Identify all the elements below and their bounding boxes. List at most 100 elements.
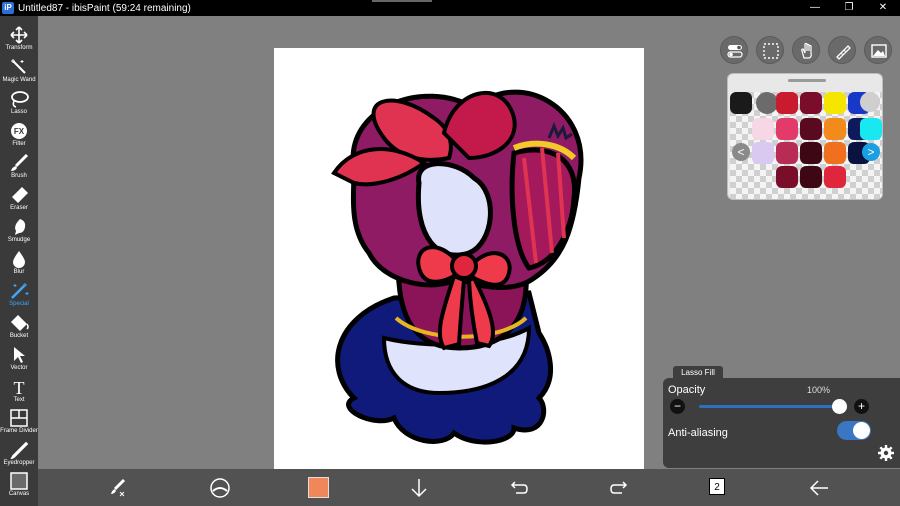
artwork-illustration	[331, 89, 584, 445]
image-icon	[871, 44, 887, 58]
palette-prev-button[interactable]: <	[732, 143, 750, 161]
special-icon	[11, 283, 29, 299]
color-swatch[interactable]	[776, 92, 798, 114]
frame-divider-icon	[10, 409, 28, 427]
brush-preview-icon	[210, 478, 230, 498]
tool-vector[interactable]: Vector	[0, 344, 38, 375]
redo-icon	[610, 481, 628, 494]
color-swatch[interactable]	[824, 118, 846, 140]
tool-label: Canvas	[8, 491, 30, 497]
drawing-canvas[interactable]	[274, 48, 644, 469]
tool-magic-wand[interactable]: Magic Wand	[0, 56, 38, 87]
color-swatch[interactable]	[730, 92, 752, 114]
color-swatch[interactable]	[776, 118, 798, 140]
color-swatch[interactable]	[800, 92, 822, 114]
back-button[interactable]	[798, 469, 838, 506]
tool-special[interactable]: Special	[0, 280, 38, 311]
opacity-slider-track[interactable]	[699, 405, 839, 408]
tool-label: Blur	[13, 269, 25, 275]
vector-icon	[14, 347, 25, 363]
selection-icon	[763, 43, 779, 59]
color-swatch[interactable]	[824, 92, 846, 114]
hand-icon	[801, 42, 812, 59]
color-swatch[interactable]	[824, 142, 846, 164]
toggle-icon	[727, 45, 743, 58]
magic-wand-icon	[11, 59, 26, 74]
text-icon: T	[14, 378, 25, 396]
eyedropper-icon	[10, 441, 29, 459]
color-swatch[interactable]	[800, 166, 822, 188]
arrow-down-icon	[411, 479, 427, 498]
antialiasing-toggle[interactable]	[837, 421, 871, 440]
toggle-knob	[853, 422, 870, 439]
opacity-increase-button[interactable]: +	[854, 399, 869, 414]
filter-icon: FX	[11, 123, 27, 139]
color-swatch[interactable]	[752, 118, 774, 140]
tool-blur[interactable]: Blur	[0, 248, 38, 279]
reference-button[interactable]	[864, 36, 892, 64]
color-swatch[interactable]	[776, 166, 798, 188]
palette-drag-handle[interactable]	[788, 79, 826, 82]
gear-icon[interactable]	[877, 444, 895, 462]
filter-glyph: FX	[14, 127, 25, 136]
text-glyph: T	[14, 378, 25, 396]
window-title: Untitled87 - ibisPaint (59:24 remaining)	[18, 2, 191, 14]
tool-label: Special	[9, 301, 29, 307]
antialiasing-label: Anti-aliasing	[668, 427, 728, 439]
color-swatch[interactable]	[776, 142, 798, 164]
ruler-icon	[836, 45, 851, 60]
tool-label: Transform	[5, 45, 33, 51]
tool-brush[interactable]: Brush	[0, 152, 38, 183]
layer-down-button[interactable]	[398, 469, 438, 506]
tool-label: Filter	[12, 141, 26, 147]
layers-button[interactable]: 2	[709, 478, 725, 495]
arrow-left-icon	[809, 480, 828, 496]
color-swatch[interactable]	[800, 118, 822, 140]
brush-settings-icon	[111, 478, 126, 497]
tool-bucket[interactable]: Bucket	[0, 312, 38, 343]
tool-text[interactable]: T Text	[0, 376, 38, 407]
color-swatch[interactable]	[756, 92, 778, 114]
color-swatch[interactable]	[860, 118, 882, 140]
color-swatch[interactable]	[860, 92, 880, 112]
opacity-decrease-button[interactable]: −	[670, 399, 685, 414]
close-button[interactable]: ✕	[866, 0, 900, 16]
palette-next-button[interactable]: >	[862, 143, 880, 161]
tool-label: Eyedropper	[3, 460, 35, 466]
tool-label: Text	[13, 397, 25, 403]
tool-frame-divider[interactable]: Frame Divider	[0, 407, 38, 438]
tool-label: Eraser	[10, 205, 28, 211]
tool-filter[interactable]: FX Filter	[0, 120, 38, 151]
tool-label: Smudge	[7, 237, 31, 243]
color-swatch[interactable]	[800, 142, 822, 164]
tool-canvas[interactable]: Canvas	[0, 470, 38, 501]
bottom-toolbar: 2	[38, 469, 900, 506]
maximize-button[interactable]: ❐	[832, 0, 866, 16]
tool-transform[interactable]: Transform	[0, 24, 38, 55]
tool-toolbar: Transform Magic Wand Lasso FX Filter Bru…	[0, 16, 38, 506]
opacity-slider-thumb[interactable]	[832, 399, 847, 414]
tool-label: Bucket	[9, 333, 29, 339]
tool-lasso[interactable]: Lasso	[0, 88, 38, 119]
selection-button[interactable]	[756, 36, 784, 64]
hand-button[interactable]	[792, 36, 820, 64]
ruler-button[interactable]	[828, 36, 856, 64]
color-swatch[interactable]	[752, 142, 774, 164]
redo-button[interactable]	[598, 469, 638, 506]
undo-button[interactable]	[498, 469, 538, 506]
minimize-button[interactable]: —	[798, 0, 832, 16]
undo-icon	[510, 481, 528, 494]
tool-eraser[interactable]: Eraser	[0, 184, 38, 215]
toggle-ui-button[interactable]	[720, 36, 748, 64]
current-color-chip[interactable]	[308, 477, 329, 498]
lasso-icon	[11, 91, 29, 108]
color-swatch[interactable]	[824, 166, 846, 188]
tool-smudge[interactable]: Smudge	[0, 216, 38, 247]
lasso-fill-panel: Opacity 100% − + Anti-aliasing	[663, 378, 900, 468]
title-bar: iP Untitled87 - ibisPaint (59:24 remaini…	[0, 0, 900, 16]
canvas-icon	[10, 472, 28, 490]
brush-settings-button[interactable]	[98, 469, 138, 506]
tool-eyedropper[interactable]: Eyedropper	[0, 439, 38, 470]
smudge-icon	[15, 219, 26, 235]
brush-preview-button[interactable]	[198, 469, 238, 506]
